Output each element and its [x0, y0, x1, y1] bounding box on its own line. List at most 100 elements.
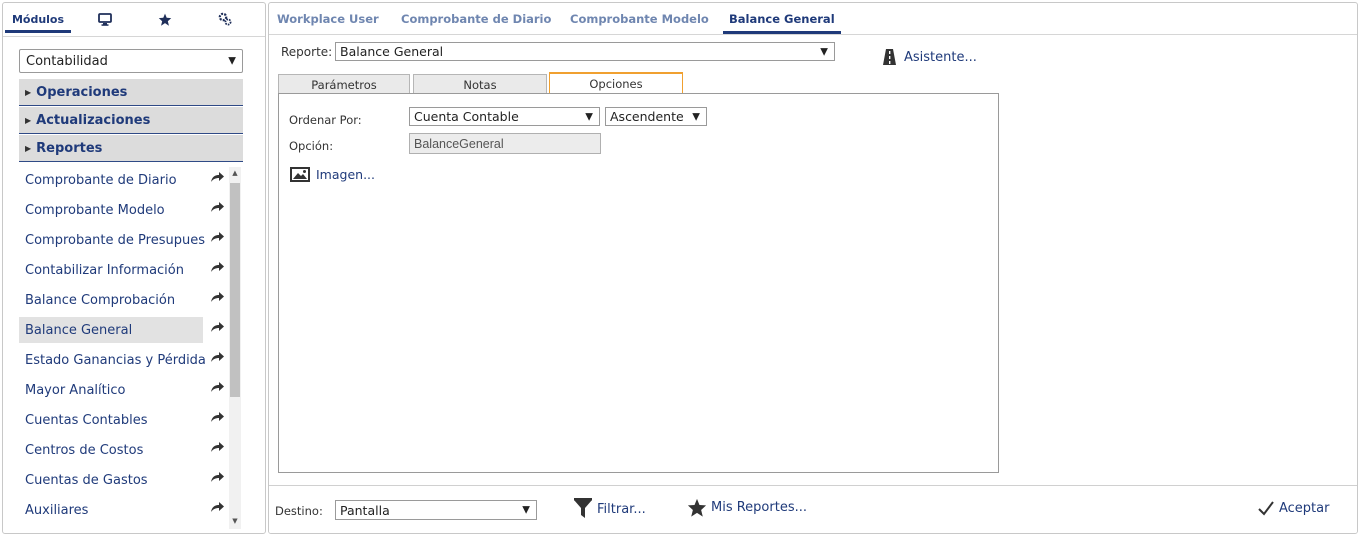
- menu-item[interactable]: Balance General: [19, 317, 227, 343]
- orden-select-value: Ascendente: [610, 109, 684, 124]
- imagen-link[interactable]: Imagen...: [290, 167, 375, 182]
- tab-monitor[interactable]: [85, 3, 125, 35]
- star-icon: [687, 498, 707, 517]
- share-arrow-icon[interactable]: [209, 380, 225, 394]
- menu-item[interactable]: Mayor Analítico: [19, 377, 227, 403]
- sort-direction-select[interactable]: Ascendente ▼: [605, 107, 707, 126]
- section-label: Operaciones: [36, 84, 128, 100]
- section-label: Reportes: [36, 140, 103, 156]
- menu-item[interactable]: Contabilizar Información: [19, 257, 227, 283]
- image-icon: [290, 167, 310, 182]
- tab-favorites[interactable]: [145, 3, 185, 35]
- destino-select[interactable]: Pantalla ▼: [335, 500, 537, 520]
- section-actualizaciones[interactable]: ▶ Actualizaciones: [19, 107, 243, 134]
- menu-item-label: Cuentas de Gastos: [25, 472, 148, 488]
- filtrar-label: Filtrar...: [597, 501, 646, 517]
- document-tab-bar: Workplace User Comprobante de Diario Com…: [269, 3, 1357, 35]
- tab-label: Comprobante de Diario: [401, 11, 552, 26]
- tab-parametros[interactable]: Parámetros: [278, 74, 410, 94]
- asistente-link[interactable]: Asistente...: [883, 49, 977, 65]
- tab-balance-general[interactable]: Balance General: [723, 3, 841, 34]
- tab-settings[interactable]: [205, 3, 245, 35]
- share-arrow-icon[interactable]: [209, 320, 225, 334]
- aceptar-label: Aceptar: [1279, 500, 1330, 516]
- menu-item[interactable]: Comprobante Modelo: [19, 197, 227, 223]
- menu-item[interactable]: Comprobante de Diario: [19, 167, 227, 193]
- share-arrow-icon[interactable]: [209, 470, 225, 484]
- section-label: Actualizaciones: [36, 112, 151, 128]
- menu-scrollbar[interactable]: ▲ ▼: [229, 167, 241, 529]
- menu-item-label: Comprobante Modelo: [25, 202, 165, 218]
- left-tab-bar: Módulos: [3, 3, 265, 35]
- scroll-up-icon[interactable]: ▲: [229, 169, 241, 179]
- menu-item-label: Auxiliares: [25, 502, 89, 518]
- scroll-down-icon[interactable]: ▼: [229, 517, 241, 527]
- scroll-thumb[interactable]: [230, 183, 240, 397]
- reporte-select[interactable]: Balance General ▼: [335, 42, 835, 61]
- section-reportes[interactable]: ▶ Reportes: [19, 135, 243, 162]
- tab-comprobante-diario[interactable]: Comprobante de Diario: [401, 3, 551, 34]
- dropdown-arrow-icon: ▼: [692, 111, 700, 122]
- tab-label: Workplace User: [277, 11, 379, 26]
- caret-right-icon: ▶: [25, 143, 32, 153]
- ordenar-por-select[interactable]: Cuenta Contable ▼: [409, 107, 600, 126]
- menu-item[interactable]: Cuentas Contables: [19, 407, 227, 433]
- mis-reportes-button[interactable]: Mis Reportes...: [687, 498, 807, 517]
- menu-item-label: Balance Comprobación: [25, 292, 176, 308]
- ordenar-select-value: Cuenta Contable: [414, 109, 519, 124]
- opcion-field: BalanceGeneral: [409, 133, 601, 154]
- share-arrow-icon[interactable]: [209, 230, 225, 244]
- modules-panel: Módulos Contabilidad ▼ ▶ Operaciones ▶ A…: [2, 2, 266, 534]
- menu-item-label: Comprobante de Diario: [25, 172, 177, 188]
- imagen-label: Imagen...: [316, 167, 375, 182]
- tab-comprobante-modelo[interactable]: Comprobante Modelo: [570, 3, 709, 34]
- menu-item[interactable]: Centros de Costos: [19, 437, 227, 463]
- share-arrow-icon[interactable]: [209, 290, 225, 304]
- module-select[interactable]: Contabilidad ▼: [19, 49, 243, 73]
- action-bar: Destino: Pantalla ▼ Filtrar... Mis Repor…: [269, 485, 1357, 533]
- tab-modulos[interactable]: Módulos: [3, 3, 73, 35]
- menu-item[interactable]: Balance Comprobación: [19, 287, 227, 313]
- share-arrow-icon[interactable]: [209, 350, 225, 364]
- tab-modulos-label: Módulos: [11, 12, 65, 26]
- options-panel: Ordenar Por: Cuenta Contable ▼ Ascendent…: [278, 93, 999, 473]
- reporte-label: Reporte:: [281, 45, 333, 59]
- monitor-icon: [98, 12, 112, 26]
- tab-notas[interactable]: Notas: [413, 74, 547, 94]
- share-arrow-icon[interactable]: [209, 440, 225, 454]
- share-arrow-icon[interactable]: [209, 500, 225, 514]
- tab-label: Comprobante Modelo: [570, 11, 709, 26]
- dropdown-arrow-icon: ▼: [820, 46, 828, 57]
- opcion-field-value: BalanceGeneral: [414, 136, 504, 151]
- reportes-menu-list: Comprobante de Diario Comprobante Modelo C…: [19, 167, 227, 527]
- menu-item-label: Mayor Analítico: [25, 382, 126, 398]
- menu-item-label: Centros de Costos: [25, 442, 144, 458]
- menu-item-label: Balance General: [25, 322, 133, 338]
- tab-label: Balance General: [729, 11, 835, 26]
- destino-label: Destino:: [275, 504, 323, 518]
- caret-right-icon: ▶: [25, 115, 32, 125]
- menu-item[interactable]: Cuentas de Gastos: [19, 467, 227, 493]
- menu-item-label: Contabilizar Información: [25, 262, 184, 278]
- menu-item[interactable]: Auxiliares: [19, 497, 227, 523]
- filtrar-button[interactable]: Filtrar...: [573, 498, 646, 520]
- caret-right-icon: ▶: [25, 87, 32, 97]
- aceptar-button[interactable]: Aceptar: [1257, 500, 1329, 516]
- wizard-road-icon: [883, 49, 896, 65]
- share-arrow-icon[interactable]: [209, 410, 225, 424]
- dropdown-arrow-icon: ▼: [522, 504, 530, 516]
- share-arrow-icon[interactable]: [209, 200, 225, 214]
- menu-item[interactable]: Estado Ganancias y Pérdida: [19, 347, 227, 373]
- tab-label: Opciones: [589, 77, 643, 91]
- menu-item[interactable]: Comprobante de Presupues: [19, 227, 227, 253]
- tab-opciones[interactable]: Opciones: [549, 72, 683, 94]
- share-arrow-icon[interactable]: [209, 170, 225, 184]
- menu-item-label: Estado Ganancias y Pérdida: [25, 352, 206, 368]
- gear-icon: [218, 12, 232, 26]
- tab-label: Parámetros: [311, 77, 377, 92]
- filter-icon: [574, 498, 592, 518]
- dropdown-arrow-icon: ▼: [228, 55, 236, 67]
- share-arrow-icon[interactable]: [209, 260, 225, 274]
- section-operaciones[interactable]: ▶ Operaciones: [19, 79, 243, 106]
- tab-workplace-user[interactable]: Workplace User: [277, 3, 379, 34]
